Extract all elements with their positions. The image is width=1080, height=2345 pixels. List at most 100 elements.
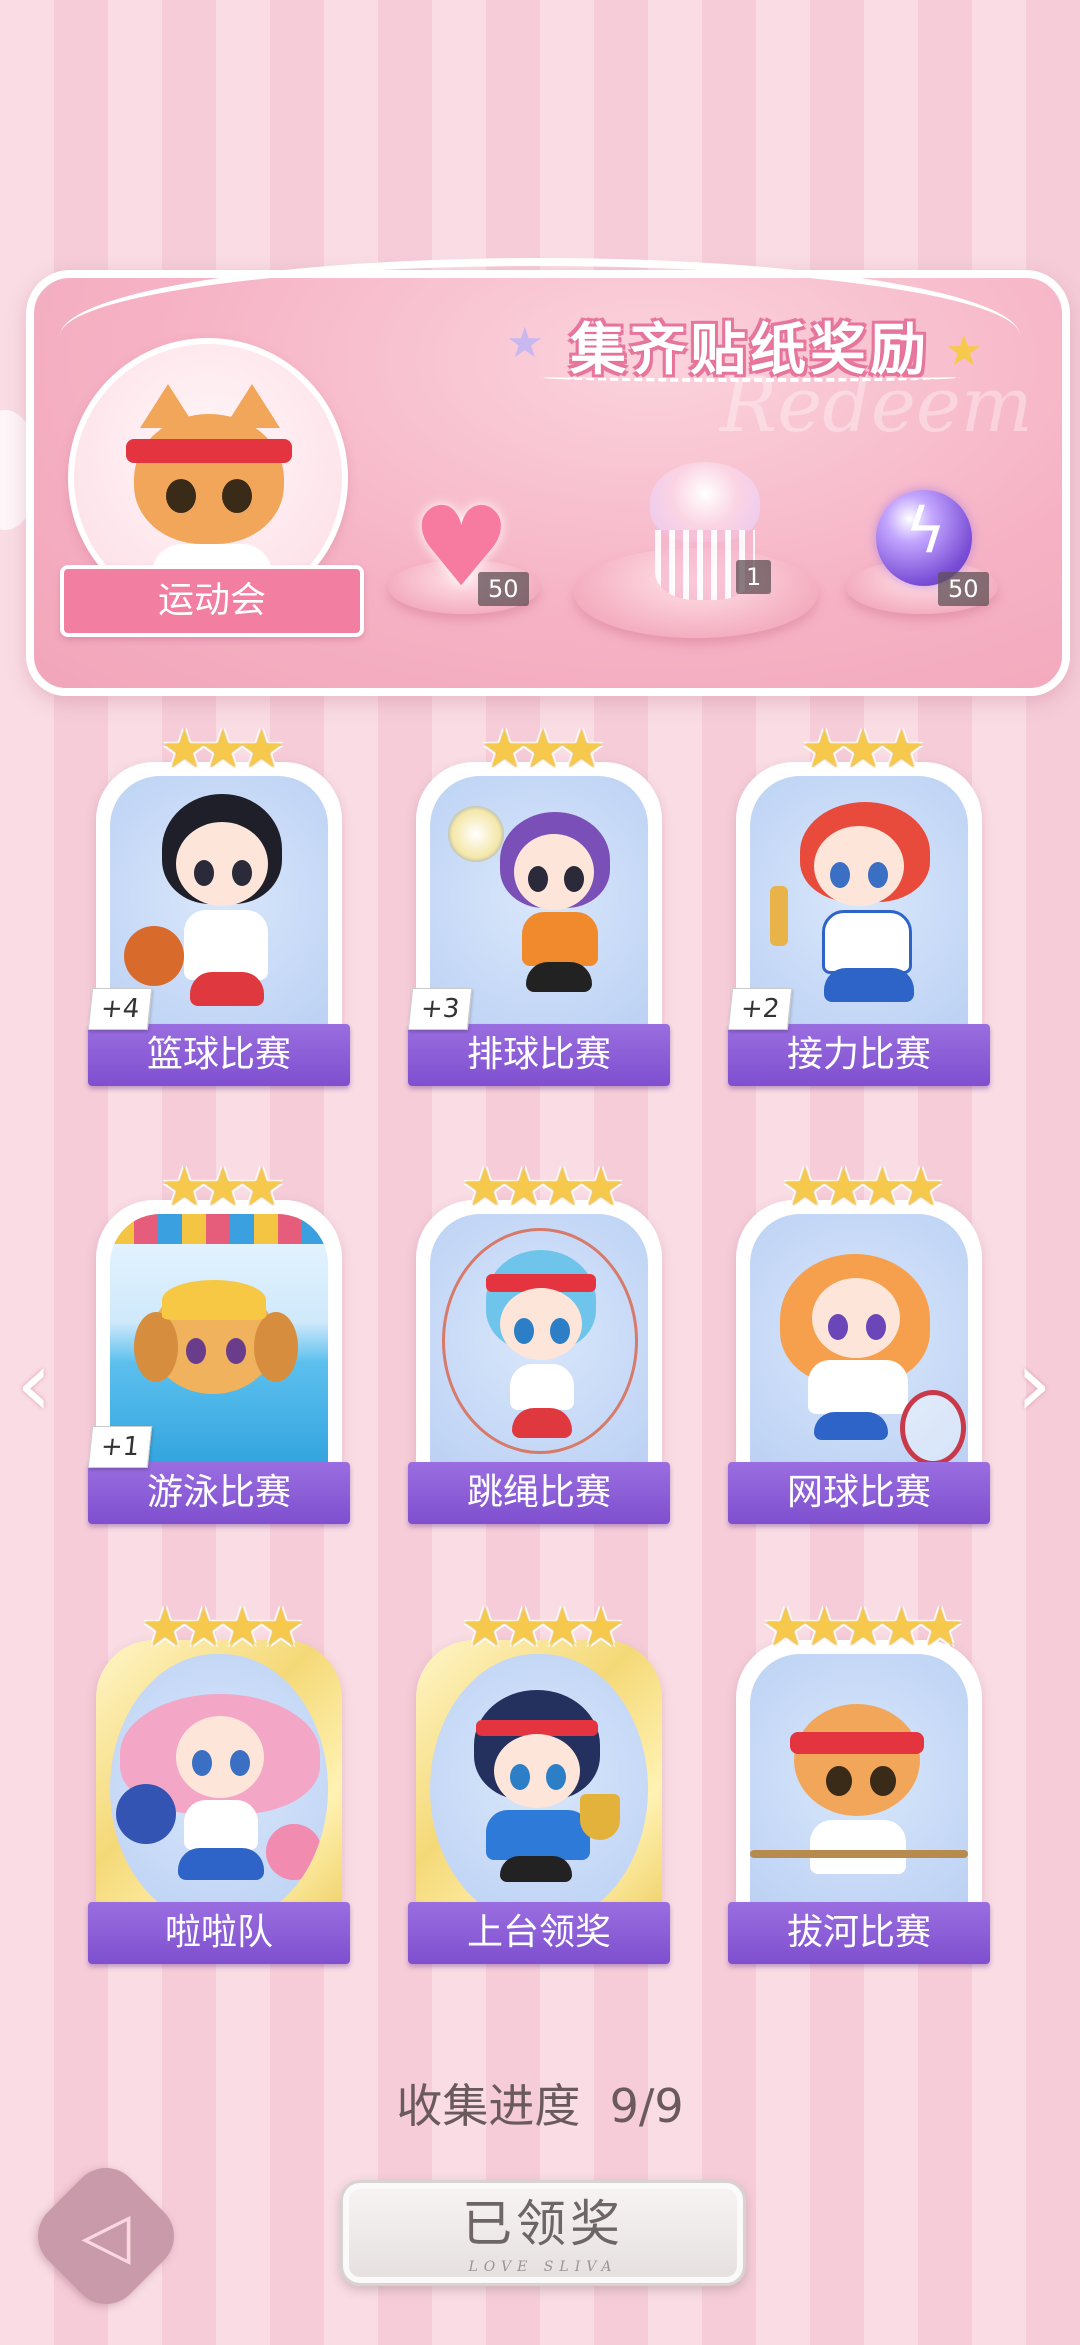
headband-icon <box>126 439 292 463</box>
pompom-icon <box>266 1824 322 1880</box>
pennant-flags <box>110 1214 328 1244</box>
card-title: 跳绳比赛 <box>408 1462 670 1524</box>
eye-shape <box>870 1766 896 1796</box>
sticker-card-jump-rope[interactable]: ★★★★ 跳绳比赛 <box>408 1162 670 1524</box>
lightning-icon: ϟ <box>905 494 946 567</box>
shorts-shape <box>512 1408 572 1438</box>
eye-shape <box>192 1750 212 1776</box>
shorts-shape <box>500 1856 572 1882</box>
eye-shape <box>514 1318 534 1344</box>
dog-ear-shape <box>134 1312 178 1382</box>
duplicate-count-badge: +1 <box>87 1426 153 1468</box>
next-page-arrow-icon[interactable]: › <box>1016 1340 1052 1430</box>
star-rating: ★★★★ <box>781 1158 944 1218</box>
star-rating: ★★★ <box>481 720 605 780</box>
basketball-icon <box>124 926 184 986</box>
sticker-card-relay[interactable]: ★★★ 接力比赛 +2 <box>727 724 990 1086</box>
claimed-button-label: 已领奖 <box>462 2195 624 2253</box>
shorts-shape <box>190 972 264 1006</box>
card-title: 排球比赛 <box>408 1024 670 1086</box>
duplicate-count-badge: +2 <box>727 988 793 1030</box>
previous-page-arrow-icon[interactable]: ‹ <box>16 1340 52 1430</box>
skirt-shape <box>178 1848 264 1880</box>
jersey-shape <box>822 910 912 974</box>
eye-shape <box>510 1764 530 1790</box>
sticker-card-basketball[interactable]: ★★★ 篮球比赛 +4 <box>87 724 350 1086</box>
back-arrow-icon: ◁ <box>81 2199 131 2273</box>
sticker-card-swimming[interactable]: ★★★ 游泳比赛 +1 <box>87 1162 350 1524</box>
cat-eye-icon <box>166 479 196 513</box>
swim-cap-shape <box>162 1280 266 1320</box>
star-rating: ★★★★ <box>141 1598 304 1658</box>
shirt-shape <box>184 910 268 980</box>
sticker-card-cheerleader[interactable]: ★★★★ 啦啦队 <box>88 1602 350 1964</box>
jacket-shape <box>808 1360 908 1414</box>
cat-face-icon <box>134 414 284 544</box>
tennis-girl-art <box>750 1214 968 1484</box>
eye-shape <box>868 862 888 888</box>
shorts-shape <box>526 962 592 992</box>
trophy-girl-art <box>430 1654 648 1924</box>
shorts-shape <box>814 1412 888 1440</box>
card-title: 接力比赛 <box>728 1024 990 1086</box>
shirt-shape <box>510 1364 574 1410</box>
cat-head-shape <box>794 1704 920 1816</box>
rope-icon <box>750 1850 968 1858</box>
eye-shape <box>546 1764 566 1790</box>
duplicate-count-badge: +3 <box>407 988 473 1030</box>
eye-shape <box>226 1338 246 1364</box>
star-rating: ★★★ <box>161 1158 285 1218</box>
star-rating: ★★★★ <box>461 1158 624 1218</box>
sticker-card-volleyball[interactable]: ★★★ 排球比赛 +3 <box>407 724 670 1086</box>
eye-shape <box>186 1338 206 1364</box>
shirt-shape <box>184 1800 258 1850</box>
sticker-card-award[interactable]: ★★★★ 上台领奖 <box>408 1602 670 1964</box>
sticker-card-tennis[interactable]: ★★★★ 网球比赛 <box>728 1162 990 1524</box>
eye-shape <box>550 1318 570 1344</box>
dog-ear-shape <box>254 1312 298 1382</box>
reward-count: 1 <box>736 560 772 594</box>
event-name-label: 运动会 <box>60 565 364 637</box>
sparkle-star-icon: ★ <box>506 318 544 367</box>
sparkle-star-icon: ★ <box>945 326 983 375</box>
star-rating: ★★★ <box>801 720 925 780</box>
shirt-shape <box>810 1820 906 1874</box>
cheerleader-girl-art <box>110 1654 328 1924</box>
reward-count: 50 <box>938 572 989 606</box>
collection-progress: 收集进度 9/9 <box>0 2070 1080 2136</box>
claimed-button-subtitle: LOVE SLIVA <box>468 2259 618 2275</box>
cat-eye-icon <box>222 479 252 513</box>
face-shape <box>176 1716 264 1798</box>
face-shape <box>494 1734 580 1808</box>
card-title: 网球比赛 <box>728 1462 990 1524</box>
eye-shape <box>866 1314 886 1340</box>
tennis-racket-icon <box>900 1390 966 1466</box>
jacket-shape <box>486 1810 590 1860</box>
eye-shape <box>232 860 252 886</box>
jump-rope-girl-art <box>430 1214 648 1484</box>
trophy-icon <box>580 1794 620 1840</box>
claimed-button[interactable]: 已领奖 LOVE SLIVA <box>340 2180 746 2286</box>
eye-shape <box>564 866 584 892</box>
face-shape <box>500 1288 582 1360</box>
jersey-shape <box>522 912 598 966</box>
volleyball-icon <box>448 806 504 862</box>
card-title: 篮球比赛 <box>88 1024 350 1086</box>
card-title: 啦啦队 <box>88 1902 350 1964</box>
banner-dash-divider <box>540 372 960 382</box>
card-title: 上台领奖 <box>408 1902 670 1964</box>
face-shape <box>176 822 268 906</box>
duplicate-count-badge: +4 <box>87 988 153 1030</box>
tug-of-war-cat-art <box>750 1654 968 1924</box>
star-rating: ★★★ <box>161 720 285 780</box>
baton-icon <box>770 886 788 946</box>
progress-value: 9/9 <box>609 2079 684 2133</box>
card-title: 游泳比赛 <box>88 1462 350 1524</box>
sticker-card-tug-of-war[interactable]: ★★★★★ 拔河比赛 <box>728 1602 990 1964</box>
reward-count: 50 <box>478 572 529 606</box>
shorts-shape <box>824 968 914 1002</box>
eye-shape <box>830 862 850 888</box>
face-shape <box>812 1278 900 1358</box>
star-rating: ★★★★★ <box>762 1598 963 1658</box>
eye-shape <box>528 866 548 892</box>
